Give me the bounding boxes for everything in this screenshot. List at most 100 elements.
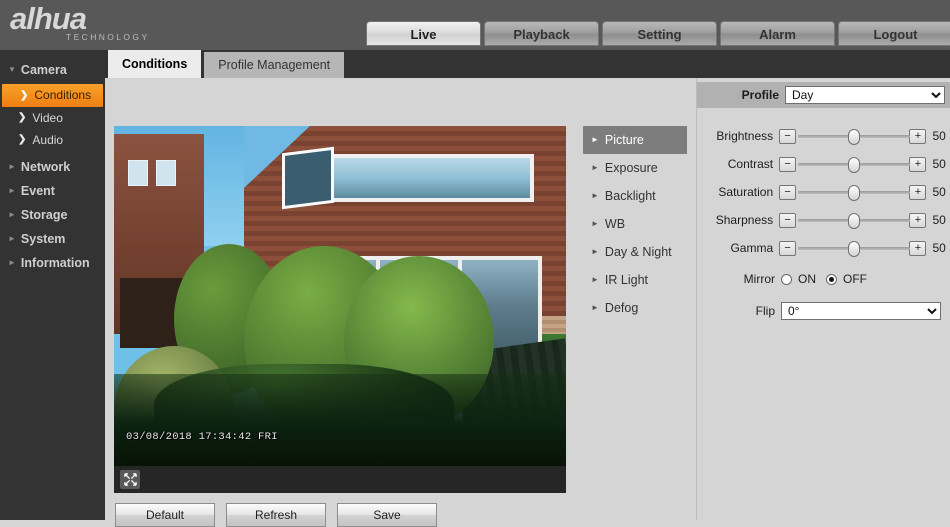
slider-gamma: Gamma − + 50 xyxy=(697,234,950,262)
mirror-on-label: ON xyxy=(798,272,816,286)
menu-item-day-night[interactable]: ► Day & Night xyxy=(583,238,687,266)
nav-tab-setting[interactable]: Setting xyxy=(602,21,717,46)
sidebar-group-storage[interactable]: ► Storage xyxy=(0,203,105,227)
nav-tab-logout[interactable]: Logout xyxy=(838,21,950,46)
contrast-decrease-button[interactable]: − xyxy=(779,156,797,172)
menu-item-backlight[interactable]: ► Backlight xyxy=(583,182,687,210)
main-content: Conditions Profile Management 03/08/2018… xyxy=(105,50,950,527)
saturation-decrease-button[interactable]: − xyxy=(779,184,797,200)
expand-icon[interactable] xyxy=(120,470,140,489)
sub-tab-bar: Conditions Profile Management xyxy=(105,50,950,78)
refresh-button[interactable]: Refresh xyxy=(226,503,326,527)
menu-item-label: Exposure xyxy=(604,161,658,175)
saturation-value: 50 xyxy=(932,185,946,199)
saturation-slider-thumb[interactable] xyxy=(848,184,861,201)
nav-tab-live[interactable]: Live xyxy=(366,21,481,46)
mirror-row: Mirror ON OFF xyxy=(697,266,950,292)
sidebar-group-label: Storage xyxy=(20,208,68,222)
sidebar-item-audio[interactable]: ❯ Audio xyxy=(0,129,105,151)
contrast-value: 50 xyxy=(932,157,946,171)
slider-contrast: Contrast − + 50 xyxy=(697,150,950,178)
mirror-off-label: OFF xyxy=(843,272,867,286)
sidebar-group-label: Network xyxy=(20,160,71,174)
gamma-slider-track[interactable] xyxy=(798,240,911,257)
sharpness-increase-button[interactable]: + xyxy=(909,212,927,228)
gamma-slider-thumb[interactable] xyxy=(848,240,861,257)
saturation-slider-track[interactable] xyxy=(798,184,911,201)
brightness-increase-button[interactable]: + xyxy=(909,128,927,144)
chevron-down-icon: ▼ xyxy=(8,65,16,74)
brand-name: alhua xyxy=(10,1,87,36)
slider-label: Gamma xyxy=(730,241,774,255)
chevron-right-icon: ► xyxy=(8,258,16,267)
menu-item-label: Defog xyxy=(604,301,639,315)
slider-sharpness: Sharpness − + 50 xyxy=(697,206,950,234)
sharpness-slider-thumb[interactable] xyxy=(848,212,861,229)
expand-icon-glyph xyxy=(123,473,137,486)
gamma-increase-button[interactable]: + xyxy=(909,240,927,256)
menu-item-ir-light[interactable]: ► IR Light xyxy=(583,266,687,294)
tab-conditions[interactable]: Conditions xyxy=(108,50,202,78)
default-button[interactable]: Default xyxy=(115,503,215,527)
sharpness-decrease-button[interactable]: − xyxy=(779,212,797,228)
video-timestamp: 03/08/2018 17:34:42 FRI xyxy=(126,431,278,443)
menu-item-picture[interactable]: ► Picture xyxy=(583,126,687,154)
chevron-right-icon: ► xyxy=(591,191,599,200)
brightness-slider-track[interactable] xyxy=(798,128,911,145)
chevron-right-icon: ❯ xyxy=(18,134,27,145)
sidebar-group-network[interactable]: ► Network xyxy=(0,155,105,179)
sidebar-group-system[interactable]: ► System xyxy=(0,227,105,251)
sidebar-group-camera[interactable]: ▼ Camera xyxy=(0,58,105,82)
chevron-right-icon: ► xyxy=(8,234,16,243)
saturation-increase-button[interactable]: + xyxy=(909,184,927,200)
sidebar-item-conditions[interactable]: ❯ Conditions xyxy=(2,84,103,107)
chevron-right-icon: ► xyxy=(8,210,16,219)
video-scene: 03/08/2018 17:34:42 FRI xyxy=(114,126,566,466)
sharpness-value: 50 xyxy=(932,213,946,227)
chevron-right-icon: ► xyxy=(8,186,16,195)
sidebar-group-information[interactable]: ► Information xyxy=(0,251,105,275)
menu-item-label: IR Light xyxy=(604,273,649,287)
flip-select[interactable]: 0° xyxy=(781,302,941,320)
video-toolbar xyxy=(114,466,566,493)
mirror-label: Mirror xyxy=(743,272,775,286)
chevron-right-icon: ❯ xyxy=(20,90,29,101)
sidebar-item-video[interactable]: ❯ Video xyxy=(0,107,105,129)
condition-menu: ► Picture ► Exposure ► Backlight ► WB ► … xyxy=(583,126,687,322)
tab-profile-management[interactable]: Profile Management xyxy=(204,52,345,78)
video-preview[interactable]: 03/08/2018 17:34:42 FRI xyxy=(114,126,566,493)
brightness-decrease-button[interactable]: − xyxy=(779,128,797,144)
contrast-slider-thumb[interactable] xyxy=(848,156,861,173)
chevron-right-icon: ► xyxy=(591,219,599,228)
gamma-decrease-button[interactable]: − xyxy=(779,240,797,256)
menu-item-exposure[interactable]: ► Exposure xyxy=(583,154,687,182)
chevron-right-icon: ► xyxy=(8,162,16,171)
sharpness-slider-track[interactable] xyxy=(798,212,911,229)
profile-label: Profile xyxy=(741,88,779,102)
sidebar-group-label: Event xyxy=(20,184,55,198)
menu-item-wb[interactable]: ► WB xyxy=(583,210,687,238)
app-header: alhua TECHNOLOGY Live Playback Setting A… xyxy=(0,0,950,50)
chevron-right-icon: ► xyxy=(591,163,599,172)
contrast-slider-track[interactable] xyxy=(798,156,911,173)
sidebar-item-label: Audio xyxy=(32,133,64,147)
brightness-slider-thumb[interactable] xyxy=(848,128,861,145)
flip-label: Flip xyxy=(755,304,775,318)
mirror-on-radio[interactable] xyxy=(781,273,792,285)
nav-tab-alarm[interactable]: Alarm xyxy=(720,21,835,46)
nav-tab-playback[interactable]: Playback xyxy=(484,21,599,46)
sidebar-group-event[interactable]: ► Event xyxy=(0,179,105,203)
slider-label: Sharpness xyxy=(715,213,774,227)
chevron-right-icon: ► xyxy=(591,247,599,256)
brand-logo: alhua TECHNOLOGY xyxy=(8,3,208,47)
contrast-increase-button[interactable]: + xyxy=(909,156,927,172)
save-button[interactable]: Save xyxy=(337,503,437,527)
scene-open-window xyxy=(282,146,334,210)
menu-item-defog[interactable]: ► Defog xyxy=(583,294,687,322)
scene-foreground-shadow xyxy=(114,374,566,466)
menu-item-label: Backlight xyxy=(604,189,656,203)
mirror-off-radio[interactable] xyxy=(826,273,837,285)
profile-select[interactable]: Day xyxy=(785,86,945,104)
gamma-value: 50 xyxy=(932,241,946,255)
main-nav-tabs: Live Playback Setting Alarm Logout xyxy=(366,21,950,46)
